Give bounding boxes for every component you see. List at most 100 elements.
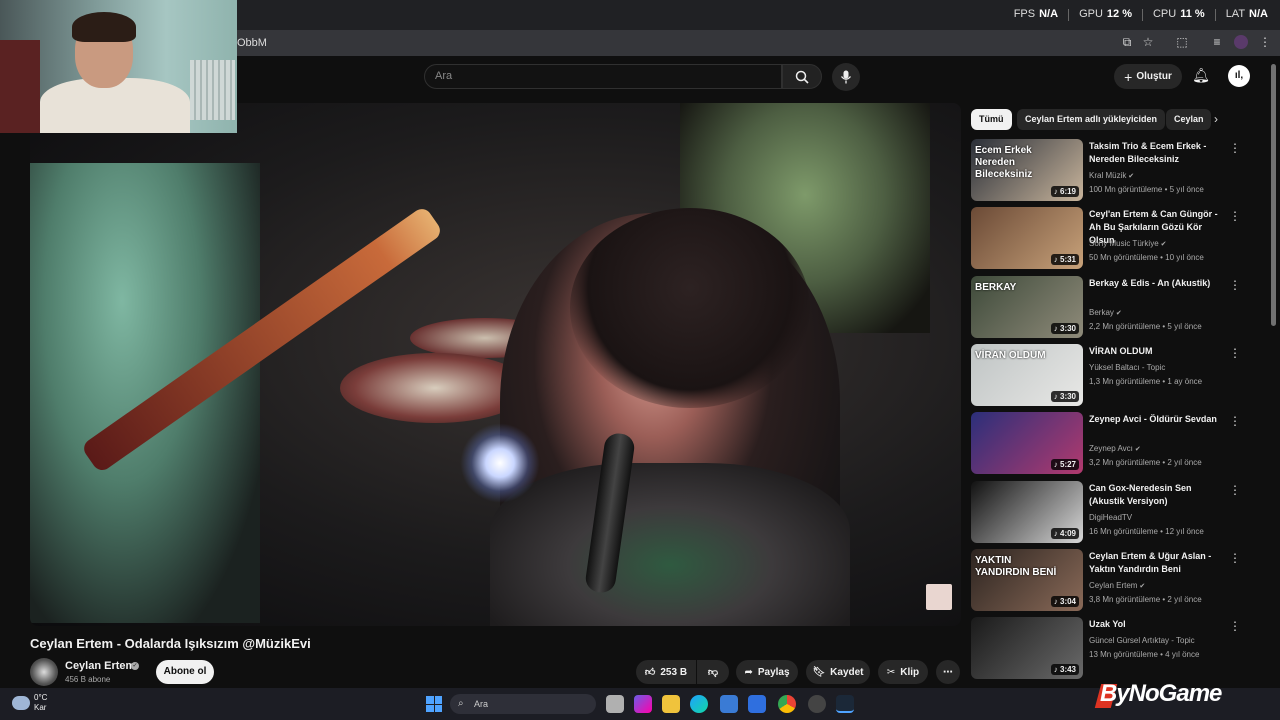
kebab-menu-icon[interactable]: ⋮ xyxy=(1229,141,1241,155)
fps-readout: FPS N/A xyxy=(1013,8,1059,20)
performance-overlay: FPS N/A GPU 12 % CPU 11 % LAT N/A xyxy=(1014,8,1268,21)
verified-icon: ✔ xyxy=(1158,241,1167,248)
account-avatar[interactable]: ıl, xyxy=(1228,65,1250,87)
profile-icon[interactable] xyxy=(1234,35,1248,49)
recommendation-item[interactable]: VİRAN OLDUM ♪ 3:30 VİRAN OLDUM Yüksel Balta… xyxy=(971,344,1251,408)
verified-icon: ✔ xyxy=(1137,583,1146,590)
mail-icon[interactable] xyxy=(748,695,766,713)
weather-icon[interactable] xyxy=(12,696,30,710)
playlist-icon[interactable]: ≡ xyxy=(1210,35,1224,49)
edge-browser-icon[interactable] xyxy=(690,695,708,713)
search-button[interactable] xyxy=(782,64,822,89)
share-button[interactable]: ➦ Paylaş xyxy=(736,660,798,684)
save-button[interactable]: 🔖︎ Kaydet xyxy=(806,660,870,684)
dislike-button[interactable]: 👎︎ xyxy=(697,660,729,684)
voice-search-button[interactable] xyxy=(832,63,860,91)
extensions-icon[interactable]: ⬚ xyxy=(1175,35,1189,49)
recommendation-channel[interactable]: Sony Music Türkiye ✔ xyxy=(1089,239,1166,248)
video-thumbnail[interactable]: ♪ 5:27 xyxy=(971,412,1083,474)
recommendation-channel[interactable]: Zeynep Avcı ✔ xyxy=(1089,444,1141,453)
taskbar-search[interactable]: Ara xyxy=(450,694,596,714)
recommendation-channel[interactable]: DigiHeadTV xyxy=(1089,513,1132,522)
recommendation-item[interactable]: BERKAY ♪ 3:30 Berkay & Edis - An (Akustik)… xyxy=(971,276,1251,340)
star-icon[interactable]: ☆ xyxy=(1141,35,1155,49)
share-icon: ➦ xyxy=(744,666,753,678)
scrollbar[interactable] xyxy=(1271,64,1276,326)
more-actions-button[interactable]: ⋯ xyxy=(936,660,960,684)
video-thumbnail[interactable]: ♪ 3:43 xyxy=(971,617,1083,679)
create-button[interactable]: + Oluştur xyxy=(1114,64,1182,89)
recommendation-item[interactable]: ♪ 5:27 Zeynep Avci - Öldürür Sevdan Zeynep… xyxy=(971,412,1251,476)
app-icon[interactable] xyxy=(808,695,826,713)
recommendation-item[interactable]: ♪ 5:31 Ceyl'an Ertem & Can Güngör - Ah Bu… xyxy=(971,207,1251,271)
file-explorer-icon[interactable] xyxy=(662,695,680,713)
store-icon[interactable] xyxy=(720,695,738,713)
latency-readout: LAT N/A xyxy=(1225,8,1268,20)
video-thumbnail[interactable]: Ecem Erkek Nereden Bileceksiniz ♪ 6:19 xyxy=(971,139,1083,201)
task-view-icon[interactable] xyxy=(606,695,624,713)
microphone-icon xyxy=(840,70,852,84)
like-button[interactable]: 👍︎ 253 B xyxy=(636,660,696,684)
bookmark-icon: 🔖︎ xyxy=(812,666,826,678)
channel-label: Sony Music Türkiye xyxy=(1089,239,1159,248)
subscribe-button[interactable]: Abone ol xyxy=(156,660,214,684)
clip-label: Klip xyxy=(900,666,920,678)
video-player[interactable] xyxy=(30,103,961,626)
recommendation-meta: 100 Mn görüntüleme • 5 yıl önce xyxy=(1089,185,1204,194)
search-input[interactable]: Ara xyxy=(424,64,782,89)
search-icon xyxy=(795,70,809,84)
kebab-menu-icon[interactable]: ⋮ xyxy=(1229,551,1241,565)
channel-avatar[interactable] xyxy=(30,658,58,686)
video-thumbnail[interactable]: VİRAN OLDUM ♪ 3:30 xyxy=(971,344,1083,406)
video-thumbnail[interactable]: YAKTIN YANDIRDIN BENİ ♪ 3:04 xyxy=(971,549,1083,611)
recommendation-channel[interactable]: Kral Müzik ✔ xyxy=(1089,171,1134,180)
kebab-menu-icon[interactable]: ⋮ xyxy=(1229,483,1241,497)
recommendation-title[interactable]: Uzak Yol xyxy=(1089,618,1229,631)
recommendation-channel[interactable]: Berkay ✔ xyxy=(1089,308,1122,317)
recommendation-meta: 13 Mn görüntüleme • 4 yıl önce xyxy=(1089,650,1200,659)
recommendation-channel[interactable]: Yüksel Baltacı - Topic xyxy=(1089,363,1165,372)
recommendation-item[interactable]: Ecem Erkek Nereden Bileceksiniz ♪ 6:19 Tak… xyxy=(971,139,1251,203)
chrome-icon[interactable] xyxy=(778,695,796,713)
kebab-menu-icon[interactable]: ⋮ xyxy=(1229,346,1241,360)
notifications-bell-icon[interactable]: 🔔︎ xyxy=(1192,67,1210,85)
copilot-icon[interactable] xyxy=(634,695,652,713)
video-thumbnail[interactable]: ♪ 5:31 xyxy=(971,207,1083,269)
recommendation-title[interactable]: Zeynep Avci - Öldürür Sevdan xyxy=(1089,413,1229,426)
weather-widget[interactable]: 0°C Kar xyxy=(34,693,47,713)
url-text[interactable]: ObbM xyxy=(237,37,267,49)
recommendation-meta: 2,2 Mn görüntüleme • 5 yıl önce xyxy=(1089,322,1202,331)
gpu-readout: GPU 12 % xyxy=(1079,8,1132,20)
recommendation-item[interactable]: YAKTIN YANDIRDIN BENİ ♪ 3:04 Ceylan Ertem … xyxy=(971,549,1251,613)
recommendation-meta: 3,8 Mn görüntüleme • 2 yıl önce xyxy=(1089,595,1202,604)
kebab-menu-icon[interactable]: ⋮ xyxy=(1229,209,1241,223)
end-screen-thumbnail[interactable] xyxy=(926,584,952,610)
channel-label: Zeynep Avcı xyxy=(1089,444,1133,453)
recommendation-title[interactable]: Ceylan Ertem & Uğur Aslan - Yaktın Yandı… xyxy=(1089,550,1229,576)
duration-badge: ♪ 3:43 xyxy=(1050,664,1079,675)
verified-icon: ✓ xyxy=(131,662,139,670)
cast-icon[interactable]: ⧉ xyxy=(1120,35,1134,49)
recommendation-item[interactable]: ♪ 4:09 Can Gox-Neredesin Sen (Akustik Ver… xyxy=(971,481,1251,545)
chip-from-uploader[interactable]: Ceylan Ertem adlı yükleyiciden xyxy=(1017,109,1166,130)
recommendation-title[interactable]: Taksim Trio & Ecem Erkek - Nereden Bilec… xyxy=(1089,140,1229,166)
video-thumbnail[interactable]: BERKAY ♪ 3:30 xyxy=(971,276,1083,338)
chip-ceylan[interactable]: Ceylan xyxy=(1166,109,1211,130)
recommendation-title[interactable]: Berkay & Edis - An (Akustik) xyxy=(1089,277,1229,290)
recommendation-channel[interactable]: Ceylan Ertem ✔ xyxy=(1089,581,1145,590)
kebab-menu-icon[interactable]: ⋮ xyxy=(1229,278,1241,292)
steam-icon[interactable] xyxy=(836,695,854,713)
chip-all[interactable]: Tümü xyxy=(971,109,1012,130)
clip-button[interactable]: ✂ Klip xyxy=(878,660,928,684)
recommendation-title[interactable]: VİRAN OLDUM xyxy=(1089,345,1229,358)
recommendation-channel[interactable]: Güncel Gürsel Artıktay - Topic xyxy=(1089,636,1195,645)
chevron-right-icon[interactable]: › xyxy=(1214,112,1218,126)
kebab-menu-icon[interactable]: ⋮ xyxy=(1229,619,1241,633)
channel-name[interactable]: Ceylan Ertem xyxy=(65,660,135,672)
recommendation-title[interactable]: Can Gox-Neredesin Sen (Akustik Versiyon) xyxy=(1089,482,1229,508)
kebab-menu-icon[interactable]: ⋮ xyxy=(1258,35,1272,49)
video-thumbnail[interactable]: ♪ 4:09 xyxy=(971,481,1083,543)
kebab-menu-icon[interactable]: ⋮ xyxy=(1229,414,1241,428)
windows-start-icon[interactable] xyxy=(426,696,442,712)
recommendation-item[interactable]: ♪ 3:43 Uzak Yol Güncel Gürsel Artıktay - T… xyxy=(971,617,1251,681)
